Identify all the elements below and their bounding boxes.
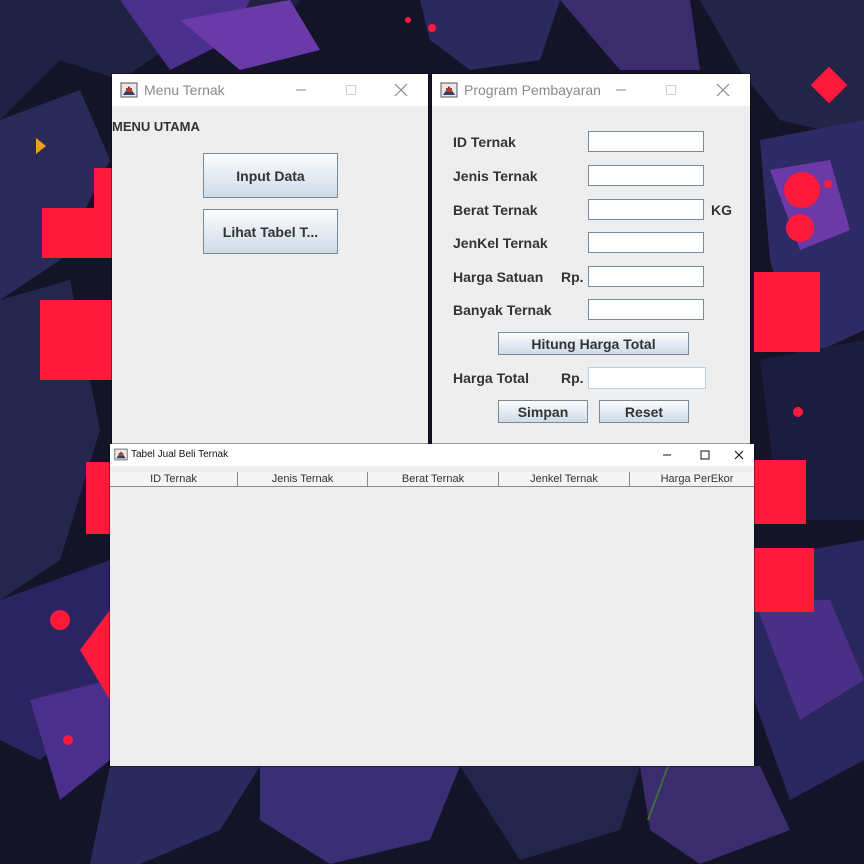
minimize-button[interactable] bbox=[648, 444, 686, 466]
payment-form: ID Ternak Jenis Ternak Berat Ternak KG J… bbox=[432, 106, 750, 446]
minimize-button[interactable] bbox=[598, 74, 644, 106]
simpan-button[interactable]: Simpan bbox=[498, 400, 588, 423]
minimize-button[interactable] bbox=[278, 74, 324, 106]
maximize-button[interactable] bbox=[328, 74, 374, 106]
minimize-icon bbox=[296, 89, 306, 91]
column-header-berat-ternak[interactable]: Berat Ternak bbox=[368, 472, 499, 486]
maximize-icon bbox=[700, 450, 710, 460]
payment-window-titlebar[interactable]: Program Pembayaran bbox=[432, 74, 750, 106]
maximize-icon bbox=[346, 85, 356, 95]
menu-window-titlebar[interactable]: Menu Ternak bbox=[112, 74, 428, 106]
column-header-id-ternak[interactable]: ID Ternak bbox=[110, 472, 238, 486]
jenis-ternak-field[interactable] bbox=[588, 165, 704, 186]
program-pembayaran-window: Program Pembayaran ID Ternak Jenis Terna… bbox=[432, 74, 750, 446]
banyak-ternak-label: Banyak Ternak bbox=[453, 302, 552, 318]
banyak-ternak-field[interactable] bbox=[588, 299, 704, 320]
java-cup-icon bbox=[440, 82, 458, 98]
minimize-icon bbox=[663, 454, 671, 456]
berat-unit-label: KG bbox=[711, 202, 732, 218]
jenis-ternak-label: Jenis Ternak bbox=[453, 168, 538, 184]
input-data-button[interactable]: Input Data bbox=[203, 153, 338, 198]
hitung-harga-total-button[interactable]: Hitung Harga Total bbox=[498, 332, 689, 355]
menu-ternak-window: Menu Ternak MENU UTAMA Input Data Lihat … bbox=[112, 74, 428, 446]
column-header-jenis-ternak[interactable]: Jenis Ternak bbox=[238, 472, 368, 486]
harga-satuan-field[interactable] bbox=[588, 266, 704, 287]
table-window-titlebar[interactable]: Tabel Jual Beli Ternak bbox=[110, 444, 754, 466]
maximize-button[interactable] bbox=[648, 74, 694, 106]
java-cup-icon bbox=[120, 82, 138, 98]
close-icon bbox=[394, 83, 408, 97]
window-title: Menu Ternak bbox=[144, 82, 225, 98]
harga-total-label: Harga Total bbox=[453, 370, 529, 386]
harga-total-prefix: Rp. bbox=[561, 370, 584, 386]
table-header: ID Ternak Jenis Ternak Berat Ternak Jenk… bbox=[110, 472, 754, 487]
minimize-icon bbox=[616, 89, 626, 91]
harga-total-field bbox=[588, 367, 706, 389]
column-header-harga-perekor[interactable]: Harga PerEkor bbox=[630, 472, 754, 486]
id-ternak-label: ID Ternak bbox=[453, 134, 516, 150]
berat-ternak-field[interactable] bbox=[588, 199, 704, 220]
jenkel-ternak-field[interactable] bbox=[588, 232, 704, 253]
maximize-icon bbox=[666, 85, 676, 95]
window-title: Tabel Jual Beli Ternak bbox=[131, 449, 229, 460]
close-button[interactable] bbox=[724, 444, 754, 466]
harga-satuan-label: Harga Satuan bbox=[453, 269, 544, 285]
close-icon bbox=[734, 450, 744, 460]
reset-button[interactable]: Reset bbox=[599, 400, 689, 423]
menu-heading: MENU UTAMA bbox=[112, 119, 200, 134]
id-ternak-field[interactable] bbox=[588, 131, 704, 152]
jenkel-ternak-label: JenKel Ternak bbox=[453, 235, 548, 251]
maximize-button[interactable] bbox=[686, 444, 724, 466]
harga-satuan-prefix: Rp. bbox=[561, 269, 584, 285]
close-icon bbox=[716, 83, 730, 97]
tabel-jual-beli-window: Tabel Jual Beli Ternak ID Ternak Jenis T… bbox=[110, 444, 754, 766]
table-body[interactable] bbox=[110, 487, 754, 766]
window-title: Program Pembayaran bbox=[464, 82, 601, 98]
column-header-jenkel-ternak[interactable]: Jenkel Ternak bbox=[499, 472, 630, 486]
menu-window-content: MENU UTAMA Input Data Lihat Tabel T... bbox=[112, 106, 428, 446]
lihat-tabel-button[interactable]: Lihat Tabel T... bbox=[203, 209, 338, 254]
berat-ternak-label: Berat Ternak bbox=[453, 202, 538, 218]
close-button[interactable] bbox=[378, 74, 424, 106]
close-button[interactable] bbox=[700, 74, 746, 106]
java-cup-icon bbox=[114, 448, 128, 461]
